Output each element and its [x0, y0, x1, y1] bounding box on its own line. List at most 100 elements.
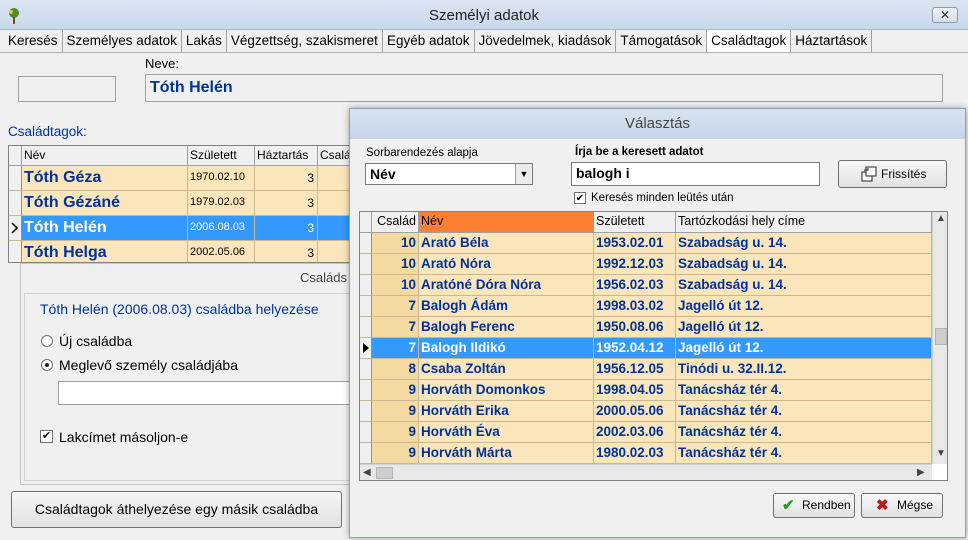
cell-csalad: 10 [372, 254, 419, 275]
scroll-up-icon[interactable]: ▲ [936, 213, 946, 224]
header-csalad[interactable]: Csalá [318, 146, 352, 166]
cell-tartozkodasi-hely: Szabadság u. 14. [676, 233, 932, 254]
tab-haztartasok[interactable]: Háztartások [791, 30, 873, 52]
tab-egyeb-adatok[interactable]: Egyéb adatok [382, 30, 475, 52]
table-row[interactable]: 9 Horváth Márta 1980.02.03 Tanácsház tér 4. [360, 443, 932, 464]
cell-haztartas: 3 [255, 166, 318, 191]
header-csalad[interactable]: Család [372, 212, 419, 233]
copy-address-checkbox[interactable]: ✔ [40, 430, 53, 443]
row-indicator-arrow-icon [360, 338, 372, 359]
horizontal-scrollbar[interactable]: ◀ ▶ [360, 464, 932, 480]
tab-divider [0, 52, 968, 53]
tab-csaladtagok[interactable]: Családtagok [707, 30, 792, 52]
cell-haztartas: 3 [255, 216, 318, 241]
cell-nev: Arató Nóra [419, 254, 594, 275]
radio-existing-family[interactable] [41, 359, 53, 371]
table-row[interactable]: 9 Horváth Éva 2002.03.06 Tanácsház tér 4. [360, 422, 932, 443]
table-row[interactable]: 7 Balogh Ferenc 1950.08.06 Jagelló út 12. [360, 317, 932, 338]
tab-szemelyes-adatok[interactable]: Személyes adatok [62, 30, 182, 52]
header-nev[interactable]: Név [419, 212, 594, 233]
row-indicator [9, 191, 22, 216]
radio-existing-family-label[interactable]: Meglevő személy családjába [59, 357, 238, 373]
radio-new-family[interactable] [41, 335, 53, 347]
scroll-thumb[interactable] [935, 328, 947, 345]
cell-csalad: 7 [372, 296, 419, 317]
cell-szuletett: 1956.02.03 [594, 275, 676, 296]
header-haztartas[interactable]: Háztartás [255, 146, 318, 166]
cell-tartozkodasi-hely: Tinódi u. 32.II.12. [676, 359, 932, 380]
chevron-down-icon[interactable]: ▼ [515, 164, 532, 184]
family-grid[interactable]: Név Született Háztartás Csalá Tóth Géza … [8, 145, 353, 263]
search-each-key-label[interactable]: Keresés minden leütés után [591, 192, 734, 204]
cell-csalad: 7 [372, 317, 419, 338]
table-row[interactable]: 10 Aratóné Dóra Nóra 1956.02.03 Szabadság u… [360, 275, 932, 296]
tab-vegzettseg[interactable]: Végzettség, szakismeret [226, 30, 383, 52]
cell-csalad: 10 [372, 233, 419, 254]
cell-szuletett: 1979.02.03 [188, 191, 255, 216]
cell-tartozkodasi-hely: Tanácsház tér 4. [676, 443, 932, 464]
row-indicator [360, 233, 372, 254]
title-bar: Személyi adatok ✕ [0, 0, 968, 30]
radio-new-family-label[interactable]: Új családba [59, 333, 132, 349]
table-row[interactable]: 10 Arató Béla 1953.02.01 Szabadság u. 14. [360, 233, 932, 254]
row-indicator [360, 296, 372, 317]
table-row[interactable]: Tóth Gézáné 1979.02.03 3 [9, 191, 352, 216]
refresh-button[interactable]: Frissítés [838, 160, 947, 188]
table-row[interactable]: 9 Horváth Domonkos 1998.04.05 Tanácsház tér… [360, 380, 932, 401]
search-each-key-checkbox[interactable]: ✔ [574, 192, 586, 204]
row-indicator [360, 443, 372, 464]
cell-nev: Tóth Gézáné [22, 191, 188, 216]
table-row[interactable]: 10 Arató Nóra 1992.12.03 Szabadság u. 14. [360, 254, 932, 275]
cell-nev: Balogh Ferenc [419, 317, 594, 338]
table-row[interactable]: 8 Csaba Zoltán 1956.12.05 Tinódi u. 32.II.1… [360, 359, 932, 380]
cell-nev: Aratóné Dóra Nóra [419, 275, 594, 296]
move-family-members-button[interactable]: Családtagok áthelyezése egy másik család… [11, 491, 342, 528]
tab-kereses[interactable]: Keresés [4, 30, 63, 52]
table-row[interactable]: Tóth Géza 1970.02.10 3 [9, 166, 352, 191]
header-nev[interactable]: Név [22, 146, 188, 166]
cell-szuletett: 1952.04.12 [594, 338, 676, 359]
table-row[interactable]: 9 Horváth Erika 2000.05.06 Tanácsház tér 4. [360, 401, 932, 422]
cell-tartozkodasi-hely: Szabadság u. 14. [676, 254, 932, 275]
selection-grid[interactable]: Család Név Született Tartózkodási hely c… [359, 211, 948, 481]
ok-button-label: Rendben [802, 498, 851, 512]
header-szuletett[interactable]: Született [188, 146, 255, 166]
cell-csalad: 8 [372, 359, 419, 380]
tab-lakas[interactable]: Lakás [181, 30, 227, 52]
vertical-scrollbar[interactable]: ▲ ▼ [932, 212, 947, 464]
cancel-button[interactable]: ✖ Mégse [861, 493, 943, 518]
scroll-down-icon[interactable]: ▼ [936, 448, 946, 459]
cell-tartozkodasi-hely: Tanácsház tér 4. [676, 380, 932, 401]
cancel-button-label: Mégse [897, 498, 934, 512]
scroll-right-icon[interactable]: ▶ [917, 467, 925, 478]
cell-csalad: 9 [372, 422, 419, 443]
sort-select[interactable]: Név ▼ [365, 163, 533, 185]
cell-csalad: 9 [372, 401, 419, 422]
hscroll-thumb[interactable] [376, 467, 393, 479]
cell-csalad [318, 166, 352, 191]
table-row-selected[interactable]: Tóth Helén 2006.08.03 3 [9, 216, 352, 241]
selection-grid-header: Család Név Született Tartózkodási hely c… [360, 212, 932, 233]
tab-tamogatasok[interactable]: Támogatások [616, 30, 708, 52]
scroll-left-icon[interactable]: ◀ [363, 467, 371, 478]
search-input[interactable]: balogh i [571, 162, 820, 186]
sort-select-value: Név [370, 166, 396, 182]
copy-address-label[interactable]: Lakcímet másoljon-e [59, 429, 188, 445]
refresh-icon [861, 166, 877, 182]
cell-szuletett: 1998.03.02 [594, 296, 676, 317]
existing-person-input[interactable] [58, 381, 354, 405]
cell-nev: Balogh Ildikó [419, 338, 594, 359]
header-szuletett[interactable]: Született [594, 212, 676, 233]
cell-szuletett: 2002.05.06 [188, 241, 255, 262]
tab-jovedelmek[interactable]: Jövedelmek, kiadások [474, 30, 617, 52]
table-row-selected[interactable]: 7 Balogh Ildikó 1952.04.12 Jagelló út 12. [360, 338, 932, 359]
table-row[interactable]: Tóth Helga 2002.05.06 3 [9, 241, 352, 262]
header-tartozkodasi-hely[interactable]: Tartózkodási hely címe [676, 212, 932, 233]
close-button[interactable]: ✕ [932, 7, 958, 23]
ok-button[interactable]: ✔ Rendben [773, 493, 855, 518]
table-row[interactable]: 7 Balogh Ádám 1998.03.02 Jagelló út 12. [360, 296, 932, 317]
cell-nev: Tóth Helga [22, 241, 188, 262]
cell-szuletett: 1956.12.05 [594, 359, 676, 380]
cell-tartozkodasi-hely: Jagelló út 12. [676, 296, 932, 317]
cell-tartozkodasi-hely: Jagelló út 12. [676, 317, 932, 338]
